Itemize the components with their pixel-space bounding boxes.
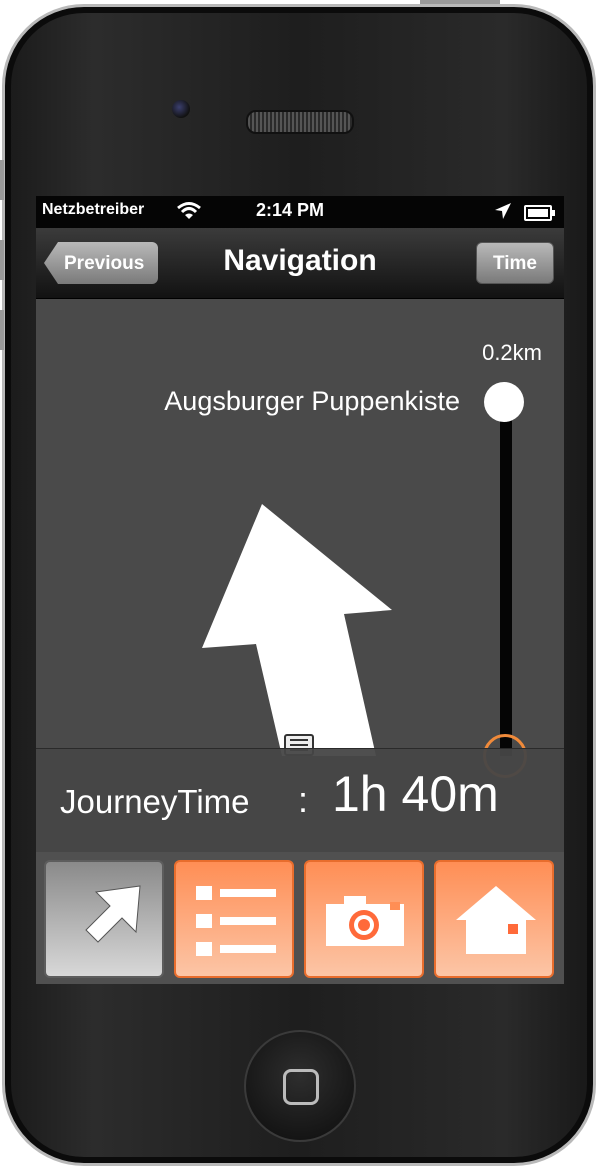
volume-up-button (0, 240, 4, 280)
home-button[interactable] (244, 1030, 356, 1142)
list-icon (196, 886, 276, 956)
front-camera (172, 100, 190, 118)
ringer-switch (0, 160, 4, 200)
tab-camera[interactable] (304, 860, 424, 978)
home-icon (456, 886, 536, 954)
tab-navigate[interactable] (44, 860, 164, 978)
tab-home[interactable] (434, 860, 554, 978)
earpiece-speaker (246, 110, 354, 134)
app-screen: Netzbetreiber 2:14 PM Previous Navigatio… (36, 196, 564, 984)
tab-bar (36, 852, 564, 984)
journey-time-label: JourneyTime (60, 783, 250, 820)
journey-time-panel: JourneyTime : 1h 40m (36, 748, 564, 853)
volume-down-button (0, 310, 4, 350)
diagonal-arrow-icon (85, 885, 141, 943)
power-button (420, 0, 500, 4)
tab-list[interactable] (174, 860, 294, 978)
camera-icon (326, 896, 404, 946)
journey-time-separator: : (298, 779, 309, 820)
home-square-icon (283, 1069, 319, 1105)
straight-arrow-icon (202, 504, 392, 756)
journey-time-value: 1h 40m (332, 766, 499, 822)
